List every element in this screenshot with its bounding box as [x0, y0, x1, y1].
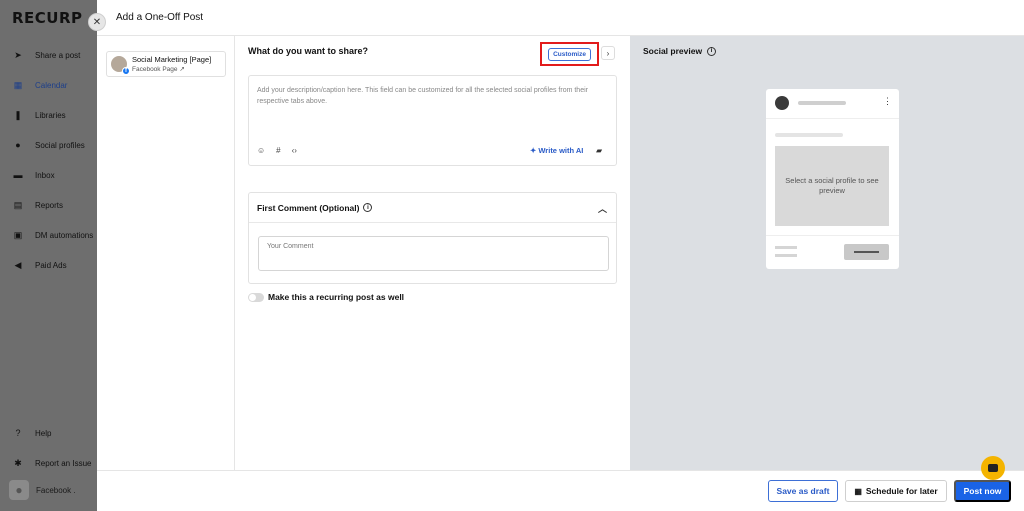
sidebar-item-reports[interactable]: ▤ Reports: [0, 190, 97, 220]
chat-support-button[interactable]: [981, 456, 1005, 480]
description-toolbar: ☺ # ‹›: [257, 146, 297, 155]
help-icon: ?: [15, 428, 21, 438]
hashtag-icon[interactable]: #: [276, 146, 280, 155]
paper-plane-icon: ➤: [14, 49, 22, 60]
sidebar-item-label: Social profiles: [35, 140, 85, 150]
profile-card[interactable]: f Social Marketing [Page] Facebook Page …: [106, 51, 226, 77]
sidebar-nav: ➤ Share a post ▦ Calendar ❚ Libraries ● Soci…: [0, 40, 97, 280]
modal-title: Add a One-Off Post: [97, 0, 1024, 36]
recurring-toggle[interactable]: [248, 292, 264, 302]
placeholder-line: [775, 246, 797, 249]
sidebar-bottom-nav: ? Help ✱ Report an Issue: [0, 418, 97, 478]
customize-highlight: Customize: [540, 42, 599, 66]
avatar: f: [111, 56, 130, 75]
schedule-for-later-button[interactable]: ▦ Schedule for later: [845, 480, 947, 502]
ai-assistant-icon[interactable]: ▰: [596, 146, 602, 155]
recurring-toggle-row[interactable]: Make this a recurring post as well: [248, 292, 404, 302]
recurring-label: Make this a recurring post as well: [268, 292, 405, 302]
chevron-right-icon[interactable]: ›: [601, 46, 615, 60]
sidebar-item-help[interactable]: ? Help: [0, 418, 97, 448]
sidebar-item-calendar[interactable]: ▦ Calendar: [0, 70, 97, 100]
chat-icon: ▣: [13, 229, 23, 240]
sidebar-item-label: Calendar: [35, 80, 68, 90]
calendar-icon: ▦: [854, 486, 862, 496]
report-icon: ▤: [13, 199, 23, 210]
placeholder-line: [775, 133, 843, 137]
sidebar-item-label: Report an Issue: [35, 458, 92, 468]
schedule-label: Schedule for later: [865, 486, 938, 496]
placeholder-line: [775, 254, 797, 257]
social-preview-column: Social preview i ⋮ Select a social profi…: [630, 36, 1024, 470]
brand-logo: RECURP: [12, 9, 83, 27]
sidebar-item-social-profiles[interactable]: ● Social profiles: [0, 130, 97, 160]
close-icon[interactable]: ✕: [88, 13, 106, 31]
post-now-button[interactable]: Post now: [954, 480, 1011, 502]
sidebar-item-label: DM automations: [35, 230, 94, 240]
chevron-up-icon[interactable]: ︿: [598, 202, 607, 215]
divider: [766, 235, 899, 236]
customize-button[interactable]: Customize: [548, 47, 591, 61]
sidebar-item-label: Paid Ads: [35, 260, 67, 270]
first-comment-header[interactable]: First Comment (Optional) i ︿: [249, 193, 616, 223]
modal-footer: Save as draft ▦ Schedule for later Post …: [97, 470, 1024, 511]
first-comment-title: First Comment (Optional): [257, 202, 360, 213]
chat-icon: [988, 464, 998, 472]
calendar-icon: ▦: [13, 79, 23, 90]
preview-title: Social preview i: [643, 46, 717, 56]
sidebar-item-inbox[interactable]: ▬ Inbox: [0, 160, 97, 190]
sidebar-item-dm-automations[interactable]: ▣ DM automations: [0, 220, 97, 250]
account-name: Facebook .: [36, 485, 76, 495]
app-root: RECURP ➤ Share a post ▦ Calendar ❚ Librarie…: [0, 0, 1024, 511]
more-icon: ⋮: [883, 96, 892, 106]
preview-card: ⋮ Select a social profile to see preview: [766, 89, 899, 269]
sidebar-item-label: Libraries: [35, 110, 66, 120]
placeholder-line: [798, 101, 846, 105]
description-textarea[interactable]: Add your description/caption here. This …: [248, 75, 617, 166]
first-comment-panel: First Comment (Optional) i ︿ Your Commen…: [248, 192, 617, 284]
preview-message: Select a social profile to see preview: [775, 146, 889, 226]
profile-type-link[interactable]: Facebook Page ↗: [132, 65, 211, 74]
library-icon: ❚: [14, 109, 22, 120]
user-circle-icon: ●: [15, 140, 21, 150]
emoji-icon[interactable]: ☺: [257, 146, 265, 155]
sidebar-item-report-issue[interactable]: ✱ Report an Issue: [0, 448, 97, 478]
sidebar: RECURP ➤ Share a post ▦ Calendar ❚ Librarie…: [0, 0, 97, 511]
account-switcher[interactable]: ● Facebook .: [9, 480, 76, 500]
inbox-icon: ▬: [13, 170, 23, 180]
info-icon[interactable]: i: [363, 203, 373, 212]
placeholder-button: [844, 244, 889, 260]
sidebar-item-paid-ads[interactable]: ◀ Paid Ads: [0, 250, 97, 280]
info-icon[interactable]: i: [707, 46, 717, 56]
sidebar-item-libraries[interactable]: ❚ Libraries: [0, 100, 97, 130]
profile-name: Social Marketing [Page]: [132, 54, 212, 64]
sidebar-item-label: Reports: [35, 200, 64, 210]
sidebar-item-label: Help: [35, 428, 52, 438]
divider: [766, 118, 899, 119]
write-with-ai-button[interactable]: ✦ Write with AI: [530, 146, 583, 155]
compose-title: What do you want to share?: [248, 46, 369, 56]
avatar: [775, 96, 789, 110]
selected-profiles-column: f Social Marketing [Page] Facebook Page …: [97, 36, 235, 470]
preview-title-text: Social preview: [643, 46, 703, 56]
first-comment-input[interactable]: Your Comment: [258, 236, 609, 271]
avatar: ●: [9, 480, 29, 500]
megaphone-icon: ◀: [14, 259, 22, 270]
bug-icon: ✱: [14, 457, 22, 468]
sidebar-item-label: Inbox: [35, 170, 55, 180]
code-icon[interactable]: ‹›: [292, 146, 297, 155]
compose-column: What do you want to share? Customize › A…: [235, 36, 630, 470]
save-as-draft-button[interactable]: Save as draft: [768, 480, 838, 502]
sidebar-item-share-a-post[interactable]: ➤ Share a post: [0, 40, 97, 70]
sidebar-item-label: Share a post: [35, 50, 81, 60]
add-post-modal: Add a One-Off Post f Social Marketing [P…: [97, 0, 1024, 511]
description-placeholder: Add your description/caption here. This …: [257, 87, 588, 105]
facebook-icon: f: [122, 67, 130, 75]
